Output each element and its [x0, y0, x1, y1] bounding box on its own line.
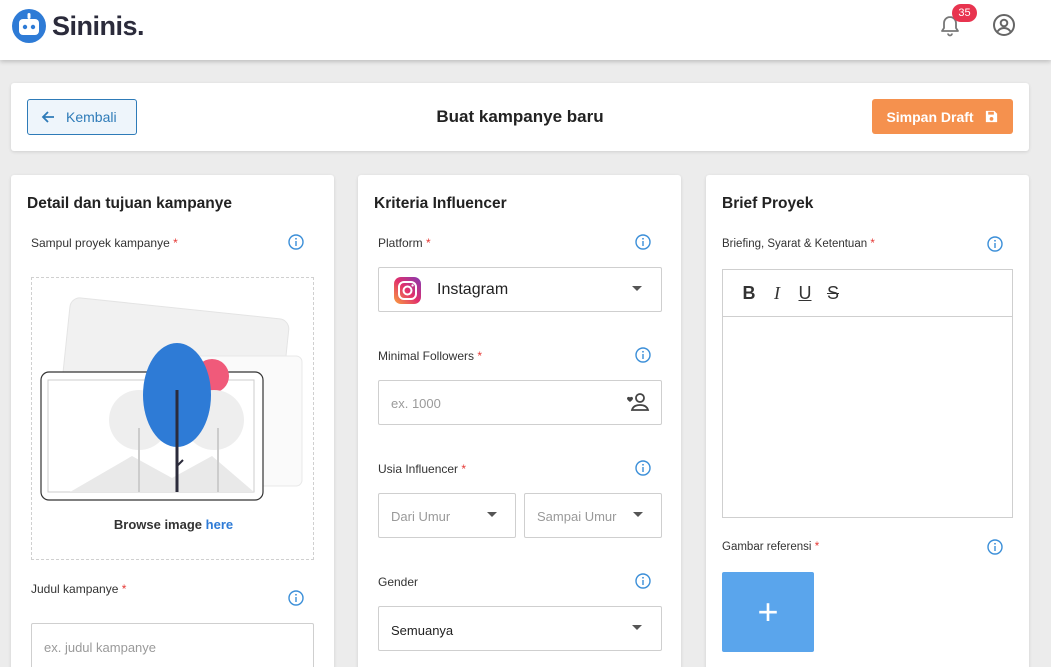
- image-placeholder-illustration: [40, 297, 303, 501]
- campaign-title-label: Judul kampanye *: [31, 582, 126, 596]
- person-heart-icon: [627, 393, 650, 411]
- required-mark: *: [121, 582, 127, 596]
- info-icon[interactable]: [635, 347, 651, 363]
- info-icon[interactable]: [635, 234, 651, 250]
- strikethrough-button[interactable]: S: [823, 283, 843, 303]
- required-mark: *: [814, 541, 820, 553]
- followers-placeholder: ex. 1000: [391, 396, 441, 411]
- browse-image-label: Browse image: [113, 517, 203, 532]
- campaign-title-placeholder: ex. judul kampanye: [44, 640, 157, 655]
- save-draft-button[interactable]: Simpan Draft: [872, 99, 1013, 134]
- info-icon[interactable]: [987, 539, 1003, 555]
- required-mark: *: [870, 238, 875, 250]
- plus-icon: +: [757, 591, 779, 632]
- chevron-down-icon: [487, 512, 497, 517]
- influencer-criteria-title: Kriteria Influencer: [374, 195, 507, 212]
- age-to-select[interactable]: Sampai Umur: [524, 493, 662, 538]
- cover-image-dropzone[interactable]: Browse image here: [31, 277, 314, 560]
- age-from-placeholder: Dari Umur: [391, 509, 451, 524]
- save-draft-label: Simpan Draft: [886, 108, 974, 125]
- influencer-criteria-card: Kriteria Influencer Platform * Instagram…: [358, 175, 681, 667]
- editor-toolbar: B I U S: [723, 270, 1012, 317]
- project-brief-card: Brief Proyek Briefing, Syarat & Ketentua…: [706, 175, 1029, 667]
- briefing-label: Briefing, Syarat & Ketentuan *: [722, 238, 875, 250]
- browse-image-text: Browse image here: [32, 517, 315, 532]
- bold-button[interactable]: B: [739, 283, 759, 303]
- followers-input[interactable]: ex. 1000: [378, 380, 662, 425]
- briefing-label-text: Briefing, Syarat & Ketentuan: [722, 238, 868, 250]
- age-label-text: Usia Influencer: [378, 462, 459, 476]
- info-icon[interactable]: [987, 236, 1003, 252]
- info-icon[interactable]: [288, 590, 304, 606]
- brand-name: Sininis.: [52, 10, 145, 41]
- add-reference-image-button[interactable]: +: [722, 572, 814, 652]
- floppy-disk-icon: [985, 110, 997, 123]
- campaign-title-input[interactable]: ex. judul kampanye: [31, 623, 314, 667]
- info-icon[interactable]: [635, 460, 651, 476]
- notification-badge: 35: [952, 4, 977, 22]
- gender-label: Gender: [378, 575, 419, 589]
- required-mark: *: [461, 462, 467, 476]
- cover-label-text: Sampul proyek kampanye: [31, 236, 170, 250]
- platform-label: Platform *: [378, 236, 431, 250]
- underline-button[interactable]: U: [795, 283, 815, 303]
- gender-value: Semuanya: [391, 623, 454, 638]
- info-icon[interactable]: [288, 234, 304, 250]
- followers-label-text: Minimal Followers: [378, 349, 475, 363]
- browse-image-link[interactable]: here: [206, 517, 233, 532]
- age-to-placeholder: Sampai Umur: [537, 509, 617, 524]
- platform-label-text: Platform: [378, 236, 423, 250]
- platform-value: Instagram: [437, 281, 509, 298]
- platform-select[interactable]: Instagram: [378, 267, 662, 312]
- project-brief-title: Brief Proyek: [722, 195, 814, 212]
- info-icon[interactable]: [635, 573, 651, 589]
- briefing-editor[interactable]: B I U S: [722, 269, 1013, 518]
- reference-label: Gambar referensi *: [722, 541, 819, 553]
- chevron-down-icon: [632, 286, 642, 291]
- page-header: Kembali Buat kampanye baru Simpan Draft: [11, 83, 1029, 151]
- followers-label: Minimal Followers *: [378, 349, 482, 363]
- robot-logo-icon: [12, 9, 46, 43]
- required-mark: *: [426, 236, 431, 250]
- account-icon[interactable]: [992, 13, 1016, 37]
- italic-button[interactable]: I: [767, 283, 787, 303]
- instagram-icon: [394, 277, 421, 304]
- top-bar: Sininis. 35: [0, 0, 1051, 60]
- campaign-detail-card: Detail dan tujuan kampanye Sampul proyek…: [11, 175, 334, 667]
- chevron-down-icon: [633, 512, 643, 517]
- required-mark: *: [173, 236, 178, 250]
- campaign-title-label-text: Judul kampanye: [31, 582, 119, 596]
- gender-select[interactable]: Semuanya: [378, 606, 662, 651]
- chevron-down-icon: [632, 625, 642, 630]
- age-label: Usia Influencer *: [378, 462, 466, 476]
- campaign-detail-title: Detail dan tujuan kampanye: [27, 195, 232, 212]
- brand-logo[interactable]: Sininis.: [11, 8, 145, 44]
- required-mark: *: [477, 349, 483, 363]
- cover-label: Sampul proyek kampanye *: [31, 236, 178, 250]
- reference-label-text: Gambar referensi: [722, 541, 812, 553]
- age-from-select[interactable]: Dari Umur: [378, 493, 516, 538]
